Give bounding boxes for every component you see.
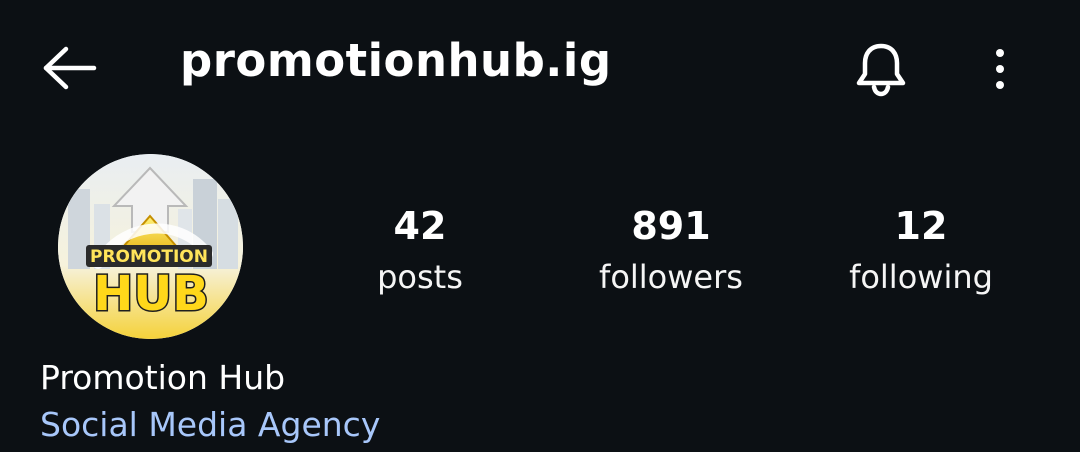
followers-label: followers	[599, 258, 743, 296]
profile-username: promotionhub.ig	[180, 34, 612, 87]
profile-avatar[interactable]: PROMOTION HUB	[58, 154, 243, 339]
logo-text-promotion: PROMOTION	[90, 247, 208, 267]
following-stat[interactable]: 12 following	[811, 198, 1031, 300]
notifications-button[interactable]	[846, 36, 916, 102]
profile-header: promotionhub.ig	[0, 0, 1080, 140]
following-count: 12	[894, 204, 948, 248]
logo-text-hub: HUB	[93, 266, 209, 322]
bell-icon	[856, 43, 906, 97]
profile-category[interactable]: Social Media Agency	[40, 402, 380, 448]
followers-stat[interactable]: 891 followers	[561, 198, 781, 300]
more-vertical-icon	[996, 49, 1004, 89]
following-label: following	[849, 258, 993, 296]
followers-count: 891	[631, 204, 711, 248]
promotion-hub-logo: PROMOTION HUB	[58, 154, 243, 339]
profile-display-name: Promotion Hub	[40, 358, 286, 397]
arrow-left-icon	[43, 46, 97, 90]
posts-count: 42	[393, 204, 447, 248]
back-button[interactable]	[30, 36, 110, 100]
more-options-button[interactable]	[975, 36, 1025, 102]
posts-stat[interactable]: 42 posts	[310, 198, 530, 300]
posts-label: posts	[377, 258, 463, 296]
